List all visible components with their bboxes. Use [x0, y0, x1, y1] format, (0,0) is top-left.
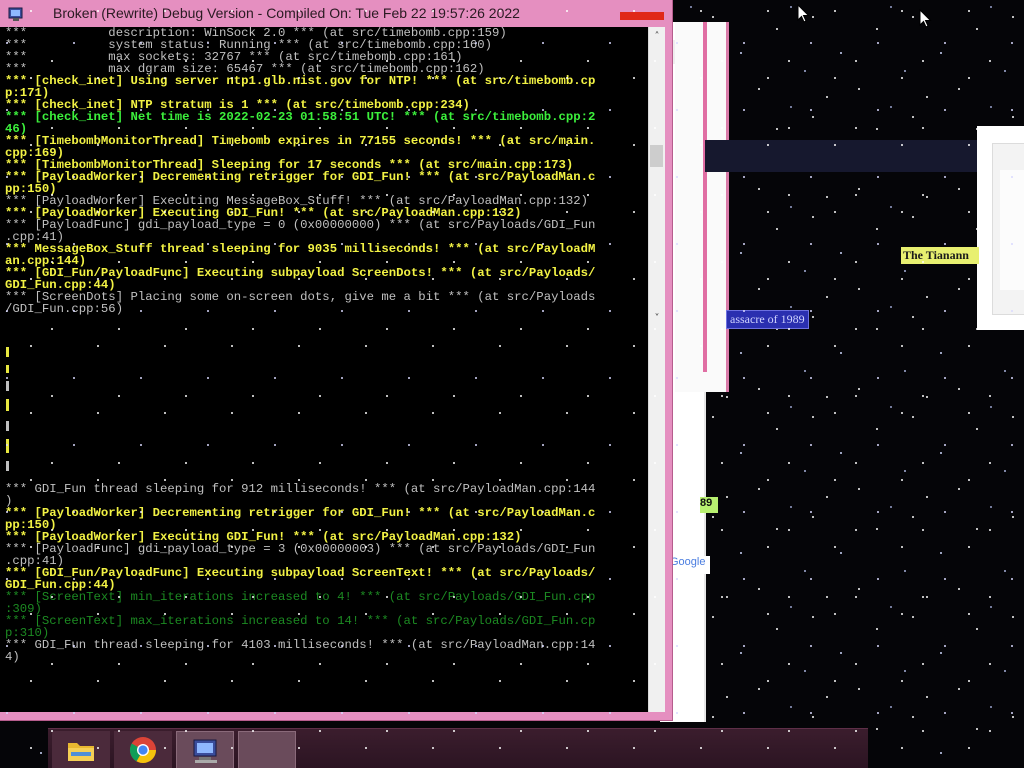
folder-icon — [68, 743, 94, 761]
close-button[interactable] — [620, 12, 664, 20]
console-output[interactable]: *** description: WinSock 2.0 *** (at src… — [0, 27, 648, 712]
scroll-down-arrow-icon[interactable]: ˅ — [649, 311, 665, 327]
console-line: *** [PayloadFunc] gdi_payload_type = 0 (… — [5, 218, 596, 232]
console-window[interactable]: Broken (Rewrite) Debug Version - Compile… — [0, 0, 672, 720]
chrome-icon — [129, 737, 157, 764]
glitch-band — [705, 140, 977, 172]
green-text-fragment: 89 — [700, 497, 718, 513]
console-line: *** [ScreenText] max_iterations increase… — [5, 614, 596, 628]
title-bar[interactable]: Broken (Rewrite) Debug Version - Compile… — [0, 0, 672, 27]
console-line: *** [ScreenText] min_iterations increase… — [5, 590, 596, 604]
console-log: *** description: WinSock 2.0 *** (at src… — [0, 27, 648, 663]
taskbar-file-explorer[interactable] — [52, 731, 110, 768]
console-line: *** [check_inet] Net time is 2022-02-23 … — [5, 110, 596, 124]
console-line: *** [TimebombMonitorThread] Timebomb exp… — [5, 134, 596, 148]
console-line: *** [PayloadWorker] Decrementing retrigg… — [5, 170, 596, 184]
desktop: Google 89 The Tianann assacre of 1989 Br… — [0, 0, 1024, 768]
console-line: *** [PayloadWorker] Decrementing retrigg… — [5, 506, 596, 520]
taskbar-empty-slot[interactable] — [238, 731, 296, 768]
console-app-icon — [193, 739, 217, 763]
cursor-icon — [919, 9, 932, 28]
console-line: *** GDI_Fun thread sleeping for 4103 mil… — [5, 638, 596, 652]
glitch-marks — [6, 347, 9, 471]
scroll-up-arrow-icon[interactable]: ˄ — [649, 29, 665, 45]
console-line: *** [PayloadFunc] gdi_payload_type = 3 (… — [5, 542, 596, 556]
console-app-icon — [8, 7, 23, 21]
console-line: *** GDI_Fun thread sleeping for 912 mill… — [5, 482, 596, 496]
console-line: *** MessageBox_Stuff thread sleeping for… — [5, 242, 596, 256]
screen-text-popup: The Tianann — [901, 247, 979, 264]
taskbar-chrome[interactable] — [114, 731, 172, 768]
ghost-window — [675, 22, 729, 392]
console-line: 4) — [5, 650, 20, 664]
console-line: *** [check_inet] Using server ntp1.glb.n… — [5, 74, 596, 88]
screen-text-popup: assacre of 1989 — [726, 310, 809, 329]
scroll-thumb[interactable] — [650, 145, 663, 167]
taskbar-console-app[interactable] — [176, 731, 234, 768]
console-line: /GDI_Fun.cpp:56) — [5, 302, 124, 316]
google-text-fragment: Google — [670, 556, 710, 574]
vertical-scrollbar[interactable]: ˄ ˅ — [648, 27, 665, 712]
cursor-icon — [797, 4, 810, 23]
ghost-window-border — [703, 22, 707, 372]
ghost-window-right-panel — [1000, 170, 1024, 290]
taskbar — [48, 728, 868, 768]
window-title: Broken (Rewrite) Debug Version - Compile… — [53, 5, 520, 21]
